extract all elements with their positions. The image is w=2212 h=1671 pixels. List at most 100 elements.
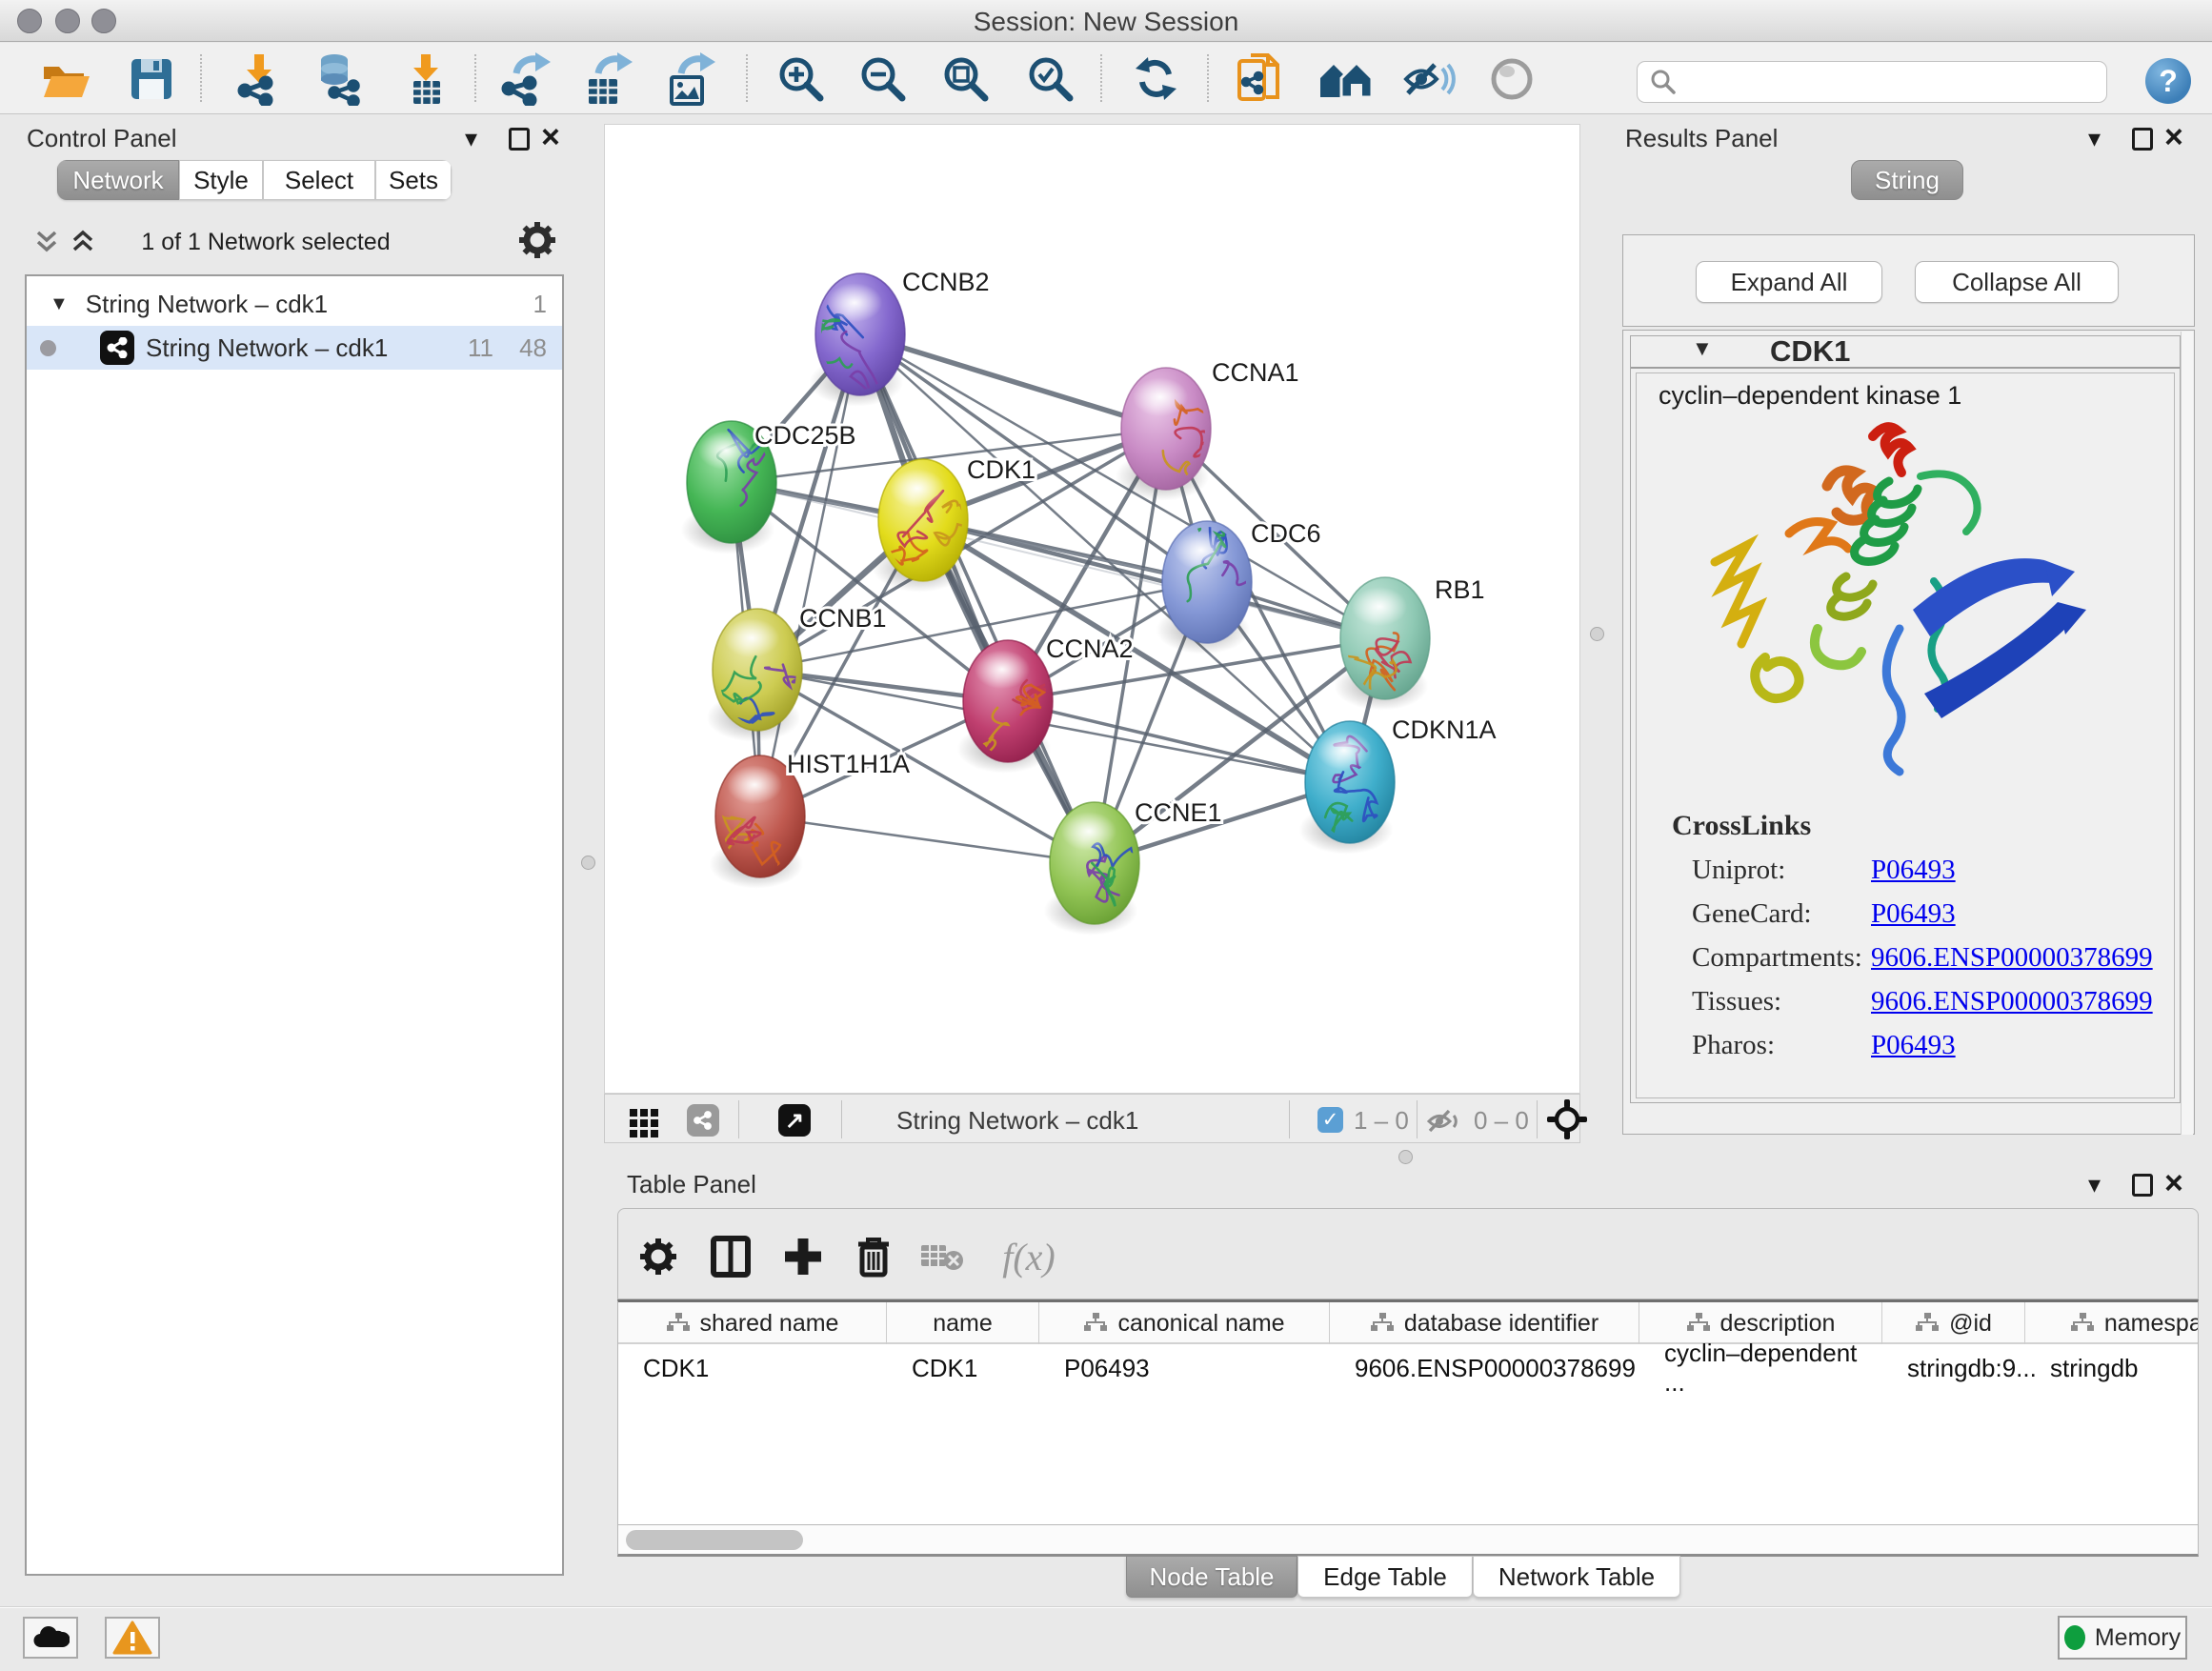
memory-label: Memory — [2095, 1624, 2181, 1652]
tab-style[interactable]: Style — [179, 160, 263, 200]
table-cell[interactable]: CDK1 — [618, 1346, 887, 1390]
crosslink-link[interactable]: P06493 — [1871, 855, 1956, 886]
crosslink-link[interactable]: 9606.ENSP00000378699 — [1871, 986, 2153, 1017]
table-hscrollbar-thumb[interactable] — [626, 1530, 803, 1550]
network-canvas[interactable]: CCNB2CCNA1CDC25BCDK1CDC6RB1CCNB1CCNA2CDK… — [604, 124, 1580, 1094]
cloud-button[interactable] — [23, 1617, 78, 1659]
tab-network-table[interactable]: Network Table — [1473, 1556, 1680, 1598]
birdseye-grid-icon[interactable] — [630, 1109, 658, 1137]
crosslink-link[interactable]: P06493 — [1871, 898, 1956, 930]
table-cell[interactable]: 9606.ENSP00000378699 — [1330, 1346, 1639, 1390]
column-header-name[interactable]: name — [887, 1302, 1039, 1344]
export-network-button[interactable] — [499, 52, 553, 106]
table-cell[interactable]: cyclin–dependent ... — [1639, 1346, 1882, 1390]
tab-sets[interactable]: Sets — [375, 160, 452, 200]
gear-icon[interactable] — [518, 221, 556, 259]
table-hscrollbar[interactable] — [617, 1524, 2199, 1557]
crosslink-link[interactable]: P06493 — [1871, 1030, 1956, 1061]
add-column-button[interactable] — [778, 1232, 828, 1281]
import-network-from-database-button[interactable] — [312, 52, 366, 106]
search-input[interactable] — [1685, 69, 2106, 95]
hide-selected-button[interactable] — [1402, 52, 1456, 106]
tab-edge-table[interactable]: Edge Table — [1297, 1556, 1473, 1598]
column-header-shared-name[interactable]: shared name — [618, 1302, 887, 1344]
search-icon — [1649, 68, 1678, 96]
column-header-canonical-name[interactable]: canonical name — [1039, 1302, 1330, 1344]
zoom-fit-button[interactable] — [939, 52, 993, 106]
zoom-selected-button[interactable] — [1024, 52, 1077, 106]
help-icon: ? — [2159, 64, 2178, 99]
network-collection-row[interactable]: ▼ String Network – cdk1 1 — [27, 282, 562, 326]
table-panel-close-icon[interactable]: × — [2164, 1170, 2183, 1197]
collection-count: 1 — [533, 290, 547, 319]
zoom-out-button[interactable] — [856, 52, 910, 106]
table-cell[interactable]: stringdb — [2025, 1346, 2199, 1390]
control-panel-close-icon[interactable]: × — [541, 124, 560, 151]
collapse-triangle-icon[interactable]: ▼ — [1692, 336, 1713, 361]
detach-view-button[interactable]: ↗ — [778, 1104, 811, 1137]
svg-text:CDK1: CDK1 — [967, 455, 1036, 484]
search-field[interactable] — [1637, 61, 2107, 103]
network-row-selected[interactable]: String Network – cdk1 11 48 — [27, 326, 562, 370]
svg-text:CDKN1A: CDKN1A — [1392, 715, 1497, 744]
export-image-icon — [664, 52, 717, 106]
crosslink-label: Compartments: — [1692, 942, 1862, 974]
copy-share-button[interactable] — [1234, 52, 1287, 106]
horizontal-splitter-handle[interactable] — [1398, 1150, 1413, 1164]
column-type-icon — [666, 1312, 691, 1335]
column-header--id[interactable]: @id — [1882, 1302, 2025, 1344]
warning-button[interactable] — [105, 1617, 160, 1659]
control-panel-menu-icon[interactable]: ▾ — [465, 126, 477, 151]
table-cell[interactable]: CDK1 — [887, 1346, 1039, 1390]
export-image-button[interactable] — [664, 52, 717, 106]
tab-string[interactable]: String — [1851, 160, 1963, 200]
table-panel-float-icon[interactable] — [2132, 1174, 2153, 1197]
left-splitter-handle[interactable] — [581, 856, 595, 870]
crosslink-link[interactable]: 9606.ENSP00000378699 — [1871, 942, 2153, 974]
refresh-button[interactable] — [1130, 52, 1183, 106]
import-network-button[interactable] — [232, 52, 286, 106]
show-columns-button[interactable] — [706, 1232, 755, 1281]
table-cell[interactable]: stringdb:9... — [1882, 1346, 2025, 1390]
table-panel-menu-icon[interactable]: ▾ — [2088, 1172, 2101, 1197]
zoom-selected-icon — [1026, 54, 1076, 104]
network-home-button[interactable] — [1318, 52, 1372, 106]
results-panel-close-icon[interactable]: × — [2164, 124, 2183, 151]
save-session-button[interactable] — [125, 52, 178, 106]
tab-select[interactable]: Select — [263, 160, 375, 200]
tab-node-table[interactable]: Node Table — [1126, 1556, 1297, 1598]
network-type-icon[interactable] — [687, 1104, 719, 1137]
collapse-all-button[interactable]: Collapse All — [1915, 261, 2119, 303]
column-header-namespace[interactable]: namespace — [2025, 1302, 2199, 1344]
table-cell[interactable]: P06493 — [1039, 1346, 1330, 1390]
table-row[interactable]: CDK1CDK1P064939606.ENSP00000378699cyclin… — [618, 1346, 2199, 1390]
results-scrollbar[interactable] — [2181, 332, 2193, 1135]
fx-icon: f(x) — [1002, 1235, 1056, 1279]
gene-card-header[interactable]: ▼ CDK1 — [1631, 336, 2180, 369]
memory-button[interactable]: Memory — [2058, 1616, 2187, 1660]
observe-button[interactable] — [1485, 52, 1538, 106]
delete-column-button[interactable] — [849, 1232, 898, 1281]
right-splitter-handle[interactable] — [1590, 627, 1604, 641]
expand-all-button[interactable]: Expand All — [1696, 261, 1882, 303]
export-table-button[interactable] — [581, 52, 634, 106]
results-panel-float-icon[interactable] — [2132, 128, 2153, 151]
tree-expanded-icon[interactable]: ▼ — [50, 293, 69, 315]
memory-status-icon — [2064, 1625, 2085, 1650]
help-button[interactable]: ? — [2145, 58, 2191, 104]
results-panel-menu-icon[interactable]: ▾ — [2088, 126, 2101, 151]
zoom-in-button[interactable] — [774, 52, 828, 106]
control-panel-float-icon[interactable] — [509, 128, 530, 151]
move-target-icon[interactable] — [1546, 1098, 1588, 1140]
crosslink-label: Tissues: — [1692, 986, 1781, 1017]
import-table-button[interactable] — [399, 52, 452, 106]
tab-network[interactable]: Network — [57, 160, 179, 200]
copy-document-icon — [1236, 51, 1285, 107]
table-delete-icon — [919, 1239, 965, 1274]
open-session-button[interactable] — [39, 52, 92, 106]
network-tree: ▼ String Network – cdk1 1 String Network… — [25, 274, 564, 1576]
selected-checkbox-icon[interactable]: ✓ — [1317, 1107, 1343, 1133]
status-bar-divider — [0, 1606, 2212, 1608]
table-settings-button[interactable] — [633, 1232, 683, 1281]
column-header-database-identifier[interactable]: database identifier — [1330, 1302, 1639, 1344]
